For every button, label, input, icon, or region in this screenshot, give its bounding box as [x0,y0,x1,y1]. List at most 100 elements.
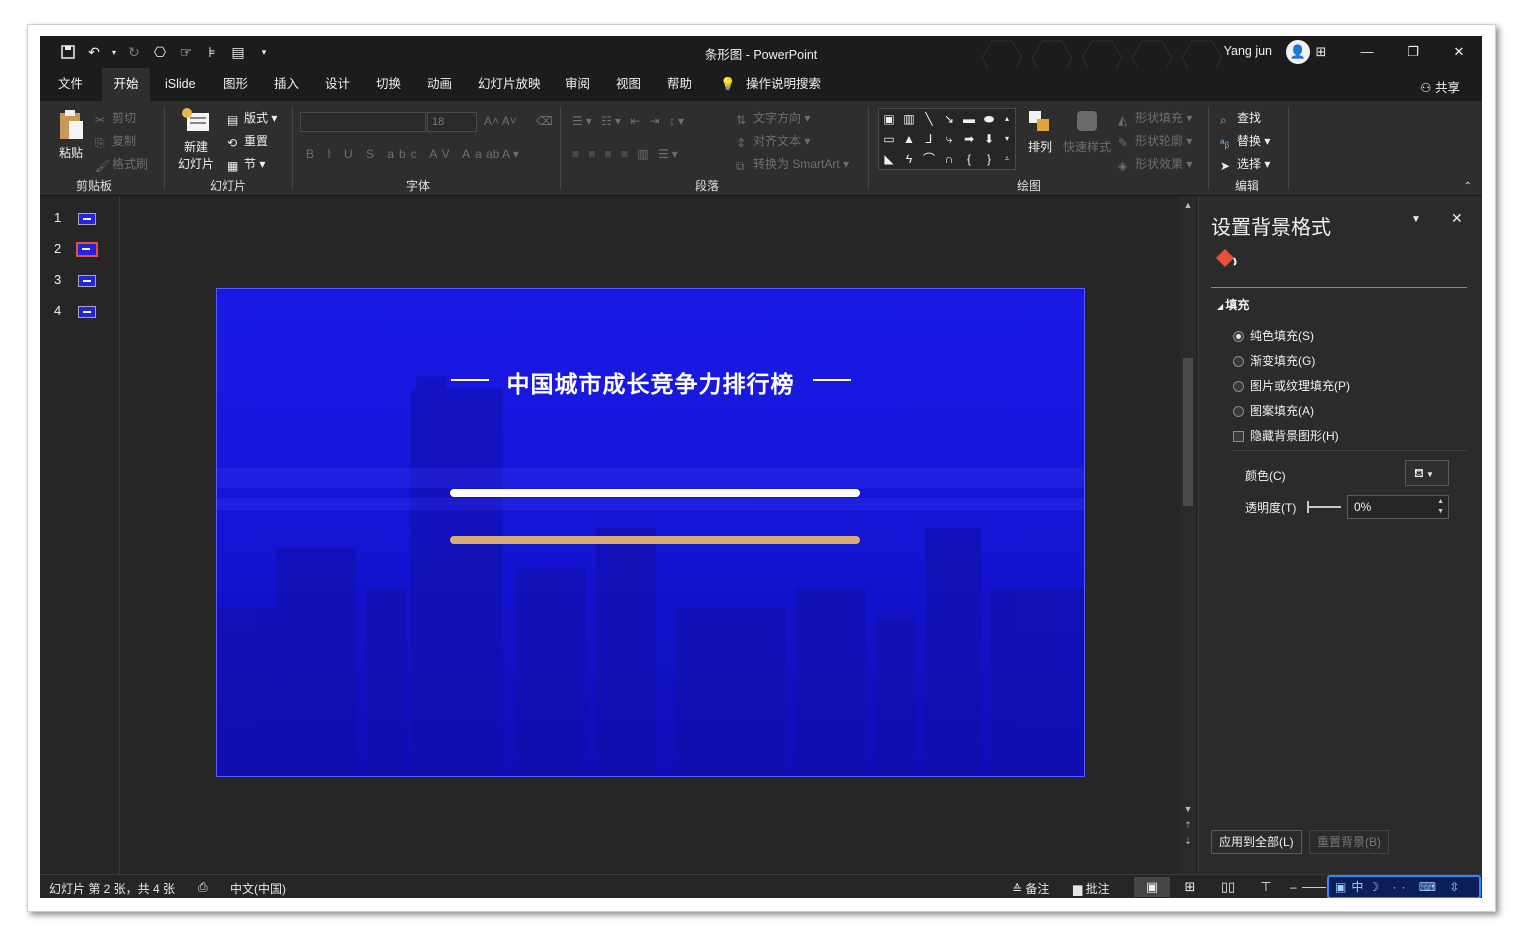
paste-button[interactable]: 粘贴 [54,109,88,161]
reset-background-button[interactable]: 重置背景(B) [1309,830,1389,854]
right-brace-shape-icon[interactable]: } [981,151,997,167]
slide-sorter-view-icon[interactable]: ⊞ [1172,877,1208,897]
rectangle-shape-icon[interactable]: ▬ [961,111,977,127]
slide-title[interactable]: 中国城市成长竞争力排行榜 [217,365,1084,399]
clear-format-icon[interactable]: ⌫ [536,114,553,128]
pane-options-dropdown-icon[interactable]: ▼ [1411,214,1421,225]
smartart-button[interactable]: ⧉ 转换为 SmartArt ▾ [736,155,849,173]
font-size-combo[interactable]: 18 [427,112,477,132]
solid-fill-radio[interactable]: 纯色填充(S) [1233,327,1314,344]
language-indicator[interactable]: 中文(中国) [230,880,286,897]
list-buttons[interactable]: ☰▾ ☷▾ ⇤ ⇥ ↕▾ [572,114,687,128]
align-buttons[interactable]: ≡ ≡ ≡ ≡ ▥ ☰▾ [572,147,681,161]
close-icon[interactable]: ✕ [1446,41,1472,63]
slide-canvas[interactable]: 中国城市成长竞争力排行榜 [216,288,1085,777]
down-arrow-shape-icon[interactable]: ⬇ [981,131,997,147]
normal-view-icon[interactable]: ▣ [1134,877,1170,897]
cut-button[interactable]: ✂ 剪切 [95,109,136,127]
elbow-arrow-shape-icon[interactable]: ⤷ [941,131,957,147]
oval-shape-icon[interactable]: ⬬ [981,111,997,127]
gradient-fill-radio[interactable]: 渐变填充(G) [1233,352,1315,369]
tab-slideshow[interactable]: 幻灯片放映 [478,68,541,101]
minimize-icon[interactable]: — [1354,41,1380,63]
shape-outline-button[interactable]: ✎ 形状轮廓 ▾ [1118,132,1192,150]
tell-me-search[interactable]: 操作说明搜索 [746,68,821,101]
tab-insert[interactable]: 插入 [274,68,299,101]
find-button[interactable]: ⌕ 查找 [1220,109,1261,127]
collapse-ribbon-icon[interactable]: ⌃ [1464,181,1472,192]
tab-file[interactable]: 文件 [58,68,83,101]
arrow-line-shape-icon[interactable]: ↘ [941,111,957,127]
transparency-slider[interactable] [1307,501,1341,513]
scroll-down-icon[interactable]: ▼ [1180,802,1196,816]
copy-button[interactable]: ⎘ 复制 [95,132,136,150]
arc-shape-icon[interactable]: ⌒ [921,151,937,167]
tab-review[interactable]: 审阅 [565,68,590,101]
slide-thumbnail[interactable]: 1 [40,208,120,232]
font-color-icon[interactable]: ab A ▾ [486,147,519,161]
grow-font-icon[interactable]: A˄ A˅ [484,114,517,128]
gallery-scroll-down-icon[interactable]: ▾ [999,131,1015,147]
elbow-connector-shape-icon[interactable]: ⅃ [921,131,937,147]
tab-help[interactable]: 帮助 [667,68,692,101]
vertical-scrollbar[interactable]: ▲ ▼ ⇡ ⇣ [1180,196,1196,874]
replace-button[interactable]: ᵃᵦ 替换 ▾ [1220,132,1270,150]
slide-thumbnail[interactable]: 4 [40,301,120,325]
reading-view-icon[interactable]: ▯▯ [1210,877,1246,897]
shapes-gallery[interactable]: ▣ ▥ ╲ ↘ ▬ ⬬ ▭ ▲ ⅃ ⤷ ➡ ⬇ ◣ ϟ ⌒ ∩ { } ▴ ▾ … [878,108,1016,170]
picture-fill-radio[interactable]: 图片或纹理填充(P) [1233,377,1350,394]
fill-section-header[interactable]: ◢ 填充 [1217,296,1249,313]
share-button[interactable]: ⚇ 共享 [1420,77,1460,96]
color-picker-button[interactable]: ⛾ ▼ [1405,460,1449,486]
shape-fill-button[interactable]: ◭ 形状填充 ▾ [1118,109,1192,127]
curve-shape-icon[interactable]: ∩ [941,151,957,167]
select-button[interactable]: ➤ 选择 ▾ [1220,155,1270,173]
fill-paint-bucket-icon[interactable] [1213,246,1239,273]
font-name-combo[interactable] [300,112,426,132]
scroll-up-icon[interactable]: ▲ [1180,198,1196,212]
right-arrow-shape-icon[interactable]: ➡ [961,131,977,147]
scribble-shape-icon[interactable]: ϟ [901,151,917,167]
user-name[interactable]: Yang jun [1224,44,1272,58]
reset-button[interactable]: ⟲ 重置 [227,132,268,150]
left-brace-shape-icon[interactable]: { [961,151,977,167]
shape-effects-button[interactable]: ◈ 形状效果 ▾ [1118,155,1192,173]
text-direction-button[interactable]: ⇅ 文字方向 ▾ [736,109,810,127]
section-button[interactable]: ▦ 节 ▾ [227,155,265,173]
hide-background-checkbox[interactable]: 隐藏背景图形(H) [1233,427,1339,444]
scrollbar-thumb[interactable] [1183,358,1193,506]
accessibility-icon[interactable]: ⎙ [198,880,208,895]
restore-icon[interactable]: ❐ [1400,41,1426,63]
zoom-out-icon[interactable]: – [1290,880,1297,894]
triangle-shape-icon[interactable]: ▲ [901,131,917,147]
white-bar-shape[interactable] [450,489,860,497]
gallery-scroll-up-icon[interactable]: ▴ [999,111,1015,127]
gallery-more-icon[interactable]: ⩡ [999,151,1015,167]
tab-animations[interactable]: 动画 [427,68,452,101]
slide-thumbnail[interactable]: 3 [40,270,120,294]
gold-bar-shape[interactable] [450,536,860,544]
font-style-buttons[interactable]: B I U S abc AV Aa [306,147,487,161]
tab-shapes[interactable]: 图形 [223,68,248,101]
transparency-spinner[interactable]: 0% ▲ ▼ [1347,495,1449,519]
next-slide-icon[interactable]: ⇣ [1180,834,1196,848]
tab-view[interactable]: 视图 [616,68,641,101]
slide-thumbnail-selected[interactable]: 2 [40,239,120,263]
notes-button[interactable]: ≙ 备注 [1012,880,1049,897]
previous-slide-icon[interactable]: ⇡ [1180,818,1196,832]
tab-islide[interactable]: iSlide [165,68,196,101]
tab-transitions[interactable]: 切换 [376,68,401,101]
slideshow-view-icon[interactable]: ⊤ [1248,877,1284,897]
tab-design[interactable]: 设计 [325,68,350,101]
spinner-arrows-icon[interactable]: ▲ ▼ [1437,497,1444,517]
format-painter-button[interactable]: 🖌 格式刷 [95,155,148,173]
avatar[interactable]: 👤 [1286,40,1310,64]
zoom-slider[interactable] [1302,887,1326,888]
layout-button[interactable]: ▤ 版式 ▾ [227,109,277,127]
comments-button[interactable]: ▆ 批注 [1073,880,1110,897]
ribbon-display-options-icon[interactable]: ⊞ [1308,41,1334,63]
align-text-button[interactable]: ⇕ 对齐文本 ▾ [736,132,810,150]
freeform-shape-icon[interactable]: ◣ [881,151,897,167]
rounded-rect-shape-icon[interactable]: ▭ [881,131,897,147]
ime-toolbar[interactable]: ▣中☽ ·· ⌨ ⇳ 🔧 [1327,875,1481,898]
